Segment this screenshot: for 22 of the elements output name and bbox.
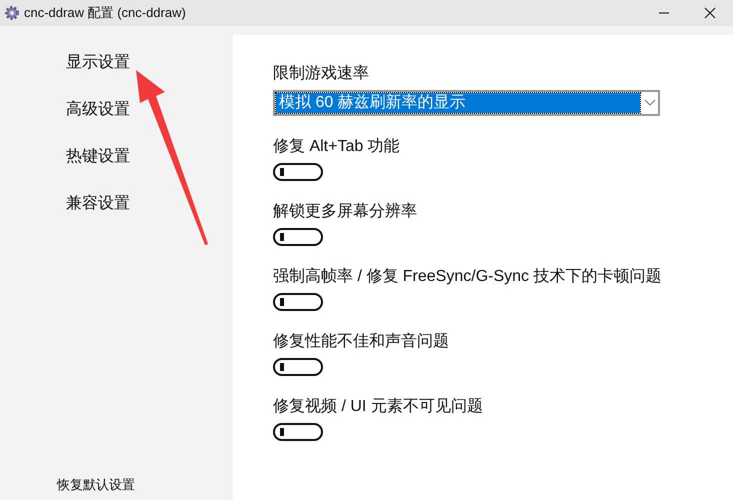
toggle-switch[interactable] [273, 358, 323, 376]
setting-label: 限制游戏速率 [273, 64, 369, 84]
window-title: cnc-ddraw 配置 (cnc-ddraw) [24, 4, 186, 22]
close-icon [704, 7, 716, 19]
speed-dropdown[interactable]: 模拟 60 赫兹刷新率的显示 [273, 90, 660, 116]
sidebar-item[interactable]: 热键设置 [66, 145, 130, 168]
toggle-switch[interactable] [273, 293, 323, 311]
gear-icon [4, 5, 20, 21]
sidebar-item[interactable]: 高级设置 [66, 98, 130, 121]
sidebar-item[interactable]: 显示设置 [66, 51, 130, 74]
setting-label: 强制高帧率 / 修复 FreeSync/G-Sync 技术下的卡顿问题 [273, 266, 662, 287]
chevron-down-icon [644, 99, 656, 107]
setting-label: 修复性能不佳和声音问题 [273, 332, 449, 352]
dropdown-value: 模拟 60 赫兹刷新率的显示 [276, 93, 640, 113]
setting-label: 解锁更多屏幕分辨率 [273, 202, 417, 222]
toggle-switch[interactable] [273, 163, 323, 181]
sidebar-item[interactable]: 兼容设置 [66, 192, 130, 215]
reset-defaults-link[interactable]: 恢复默认设置 [57, 476, 135, 494]
toggle-switch[interactable] [273, 423, 323, 441]
setting-label: 修复视频 / UI 元素不可见问题 [273, 396, 483, 417]
toggle-switch[interactable] [273, 228, 323, 246]
setting-label: 修复 Alt+Tab 功能 [273, 136, 400, 157]
